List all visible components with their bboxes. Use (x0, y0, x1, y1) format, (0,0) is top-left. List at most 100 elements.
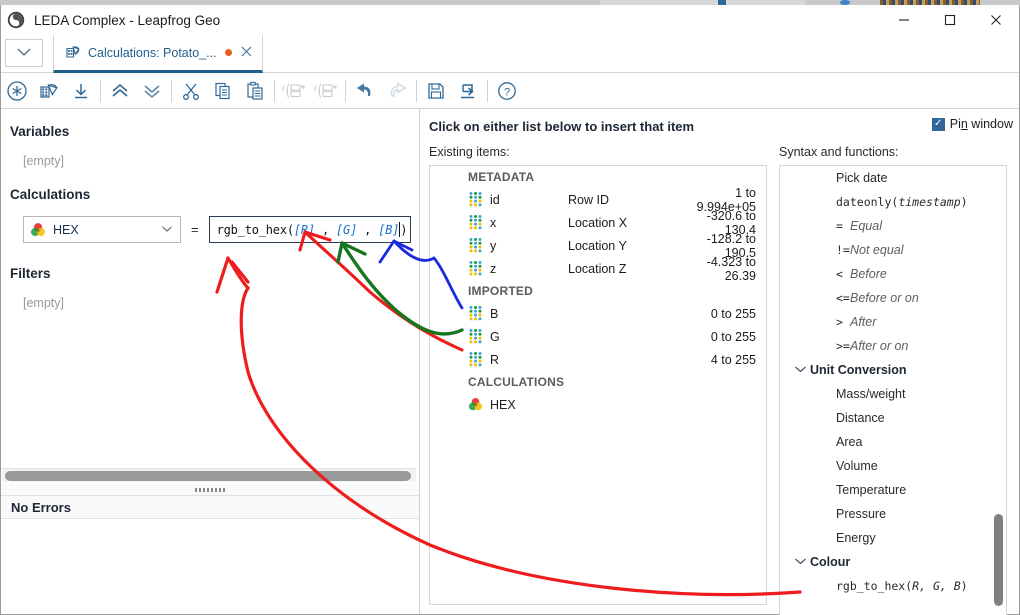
colour-wheel-icon (468, 397, 483, 412)
toolbar-separator (487, 79, 488, 102)
pin-window-label: Pin window (949, 117, 1013, 131)
remove-if-branch-button[interactable]: if (310, 76, 342, 106)
save-button[interactable] (420, 76, 452, 106)
operator-symbol: <= (836, 291, 850, 305)
tab-modified-dot (224, 49, 232, 56)
import-button[interactable] (65, 76, 97, 106)
redo-button[interactable] (381, 76, 413, 106)
svg-text:if: if (314, 86, 318, 93)
syntax-category-colour[interactable]: Colour (780, 550, 1006, 574)
operator-meaning: Not equal (850, 243, 904, 257)
toolbar-separator (416, 79, 417, 102)
paste-button[interactable] (239, 76, 271, 106)
syntax-functions-list[interactable]: Pick date dateonly(timestamp) = Equal !=… (779, 165, 1007, 615)
syntax-row-after[interactable]: > After (780, 310, 1006, 334)
syntax-row-after-or-on[interactable]: >= After or on (780, 334, 1006, 358)
syntax-row-volume[interactable]: Volume (780, 454, 1006, 478)
pin-window-checkbox[interactable]: Pin window (931, 117, 1013, 131)
new-calculation-button[interactable] (33, 76, 65, 106)
operator-symbol: >= (836, 339, 850, 353)
operator-symbol: != (836, 243, 850, 257)
syntax-row-before-or-on[interactable]: <= Before or on (780, 286, 1006, 310)
data-dots-icon (468, 237, 483, 254)
syntax-row-mass-weight[interactable]: Mass/weight (780, 382, 1006, 406)
syntax-row-distance[interactable]: Distance (780, 406, 1006, 430)
new-variable-button[interactable] (1, 76, 33, 106)
item-description: Location X (568, 215, 628, 230)
item-description: Row ID (568, 192, 609, 207)
syntax-row-not-equal[interactable]: != Not equal (780, 238, 1006, 262)
syntax-row-rgb-to-hex[interactable]: rgb_to_hex(R, G, B) (780, 574, 1006, 598)
syntax-row-temperature[interactable]: Temperature (780, 478, 1006, 502)
syntax-row-pick-date[interactable]: Pick date (780, 166, 1006, 190)
calculation-name-dropdown[interactable]: HEX (23, 216, 181, 243)
undo-button[interactable] (349, 76, 381, 106)
list-item[interactable]: R 4 to 255 (430, 348, 766, 371)
left-pane: Variables [empty] Calculations HEX = rgb… (1, 109, 420, 614)
category-label: Colour (810, 555, 851, 569)
calculation-row: HEX = rgb_to_hex([R] , [G] , [B]) (23, 216, 411, 243)
move-down-button[interactable] (136, 76, 168, 106)
toolbar-separator (171, 79, 172, 102)
add-if-branch-button[interactable]: if (278, 76, 310, 106)
list-item[interactable]: G 0 to 255 (430, 325, 766, 348)
syntax-row-dateonly[interactable]: dateonly(timestamp) (780, 190, 1006, 214)
help-button[interactable]: ? (491, 76, 523, 106)
formula-input[interactable]: rgb_to_hex([R] , [G] , [B]) (208, 216, 411, 243)
splitter-grip-icon (195, 487, 225, 492)
syntax-row-area[interactable]: Area (780, 430, 1006, 454)
item-range: 0 to 255 (710, 306, 756, 321)
syntax-category-unit-conversion[interactable]: Unit Conversion (780, 358, 1006, 382)
item-range: 4 to 255 (710, 352, 756, 367)
tab-list-dropdown-button[interactable] (5, 39, 43, 67)
operator-symbol: = (836, 219, 843, 233)
item-description: Location Z (568, 261, 627, 276)
svg-text:if: if (282, 86, 286, 93)
syntax-label: Temperature (836, 483, 907, 497)
chevron-down-icon (16, 44, 32, 62)
list-item[interactable]: HEX (430, 393, 766, 416)
syntax-label: Volume (836, 459, 878, 473)
minimize-button[interactable] (881, 5, 927, 35)
item-range: -4.323 to 26.39 (706, 254, 756, 283)
cut-button[interactable] (175, 76, 207, 106)
item-name: z (490, 261, 497, 276)
syntax-row-energy[interactable]: Energy (780, 526, 1006, 550)
item-range: 0 to 255 (710, 329, 756, 344)
scrollbar-thumb[interactable] (5, 471, 411, 481)
tab-strip: Calculations: Potato_... (1, 35, 1019, 73)
window-controls (881, 5, 1019, 35)
syntax-list-scrollbar-thumb[interactable] (994, 514, 1003, 606)
close-button[interactable] (973, 5, 1019, 35)
maximize-button[interactable] (927, 5, 973, 35)
syntax-row-equal[interactable]: = Equal (780, 214, 1006, 238)
operator-meaning: After or on (850, 339, 909, 353)
right-pane: Pin window Syntax and functions: Pick da… (773, 109, 1019, 615)
variables-heading: Variables (10, 124, 70, 139)
equals-sign: = (191, 222, 199, 237)
item-name: R (490, 352, 500, 367)
copy-button[interactable] (207, 76, 239, 106)
existing-items-label: Existing items: (429, 145, 510, 159)
colour-wheel-icon (30, 222, 46, 238)
existing-items-list[interactable]: METADATA id Row ID 1 to 9.994e+05 x Loca… (429, 165, 767, 605)
export-button[interactable] (452, 76, 484, 106)
chevron-down-icon (161, 225, 173, 235)
tab-calculations[interactable]: Calculations: Potato_... (53, 35, 263, 73)
syntax-label: Energy (836, 531, 876, 545)
group-header-imported: IMPORTED (468, 284, 533, 298)
tab-close-icon[interactable] (239, 46, 254, 59)
left-pane-horizontal-scrollbar[interactable] (2, 468, 416, 482)
errors-status-text: No Errors (11, 499, 71, 515)
app-window: LEDA Complex - Leapfrog Geo Calculations… (0, 0, 1020, 615)
syntax-row-before[interactable]: < Before (780, 262, 1006, 286)
content-area: Variables [empty] Calculations HEX = rgb… (1, 109, 1019, 615)
filters-empty-text: [empty] (23, 296, 64, 310)
syntax-row-pressure[interactable]: Pressure (780, 502, 1006, 526)
toolbar-separator (274, 79, 275, 102)
syntax-label: Pressure (836, 507, 887, 521)
list-item[interactable]: z Location Z -4.323 to 26.39 (430, 254, 766, 283)
list-item[interactable]: B 0 to 255 (430, 302, 766, 325)
move-up-button[interactable] (104, 76, 136, 106)
syntax-function: dateonly(timestamp) (836, 195, 968, 209)
